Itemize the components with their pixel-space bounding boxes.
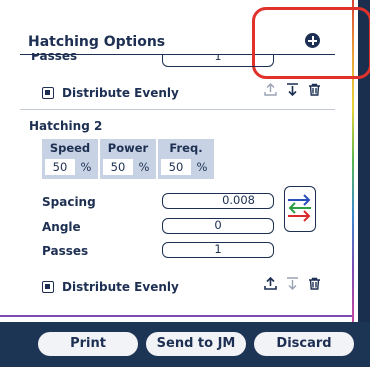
send-to-jm-button[interactable]: Send to JM [146, 332, 246, 356]
passes-label: Passes [42, 244, 89, 258]
spacing-label: Spacing [42, 195, 96, 209]
angle-field[interactable]: 0 [162, 218, 274, 234]
move-up-icon-1[interactable] [263, 83, 277, 97]
freq-unit: % [196, 160, 208, 174]
highlight-box [252, 7, 370, 79]
action-bar: Print Send to JM Discard [0, 322, 370, 367]
distribute-evenly-1[interactable]: Distribute Evenly [42, 86, 179, 100]
passes-field-partial[interactable]: 1 [162, 54, 274, 67]
panel-bottom-border [0, 315, 352, 317]
move-down-icon-2[interactable] [285, 277, 299, 291]
power-value[interactable]: 50 [103, 159, 133, 175]
reverse-direction-button[interactable] [284, 186, 316, 232]
move-up-icon-2[interactable] [263, 276, 277, 291]
freq-header: Freq. [169, 141, 203, 155]
distribute-evenly-2[interactable]: Distribute Evenly [42, 280, 179, 294]
section-divider [20, 109, 335, 110]
column-separator [98, 139, 100, 179]
passes-field[interactable]: 1 [162, 242, 274, 258]
discard-button[interactable]: Discard [254, 332, 354, 356]
distribute-evenly-checkbox-2[interactable] [42, 281, 54, 293]
print-button[interactable]: Print [38, 332, 138, 356]
power-header: Power [107, 141, 149, 155]
trash-icon-2[interactable] [307, 277, 321, 291]
column-separator [156, 139, 158, 179]
passes-label-partial: Passes [31, 53, 78, 63]
hatching-2-title: Hatching 2 [29, 119, 103, 133]
move-down-icon-1[interactable] [285, 83, 299, 97]
spacing-field[interactable]: 0.008 [162, 193, 274, 209]
distribute-evenly-label-1: Distribute Evenly [62, 86, 179, 100]
power-unit: % [138, 160, 150, 174]
trash-icon-1[interactable] [307, 83, 321, 97]
distribute-evenly-label-2: Distribute Evenly [62, 280, 179, 294]
distribute-evenly-checkbox-1[interactable] [42, 87, 54, 99]
angle-label: Angle [42, 220, 81, 234]
freq-value[interactable]: 50 [161, 159, 191, 175]
speed-value[interactable]: 50 [45, 159, 75, 175]
speed-header: Speed [49, 141, 91, 155]
swap-arrows-icon [288, 194, 311, 222]
speed-power-freq-table: Speed Power Freq. 50 % 50 % 50 % [42, 139, 214, 179]
panel-title: Hatching Options [28, 34, 166, 50]
speed-unit: % [80, 160, 92, 174]
